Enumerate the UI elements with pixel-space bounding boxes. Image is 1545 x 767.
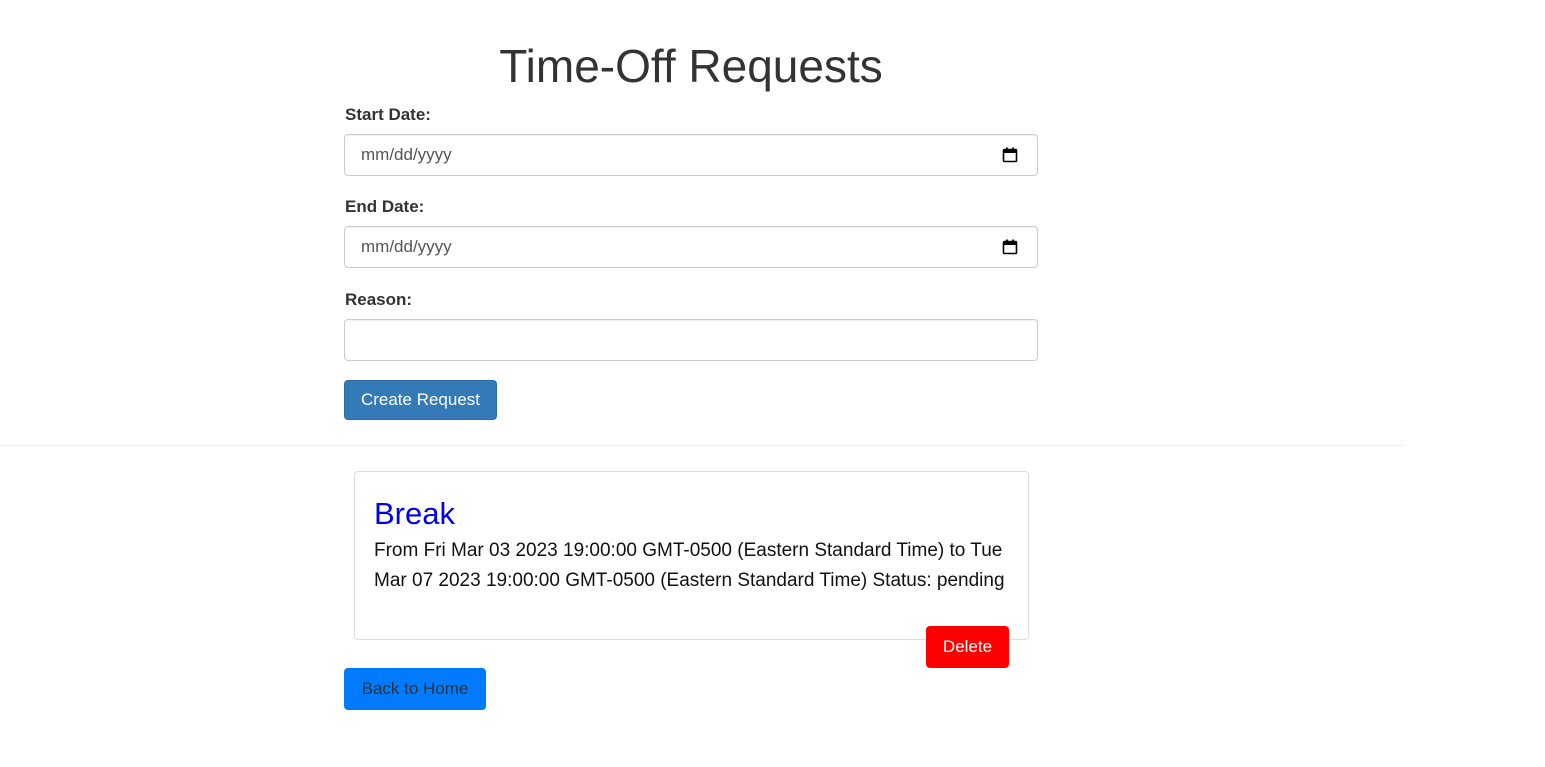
- end-date-placeholder: mm/dd/yyyy: [361, 237, 452, 256]
- end-date-input[interactable]: mm/dd/yyyy: [344, 226, 1038, 268]
- end-date-label: End Date:: [345, 197, 425, 216]
- calendar-icon[interactable]: [1002, 147, 1018, 163]
- calendar-icon[interactable]: [1002, 239, 1018, 255]
- request-title: Break: [374, 496, 455, 531]
- section-divider: [0, 445, 1404, 446]
- create-request-button[interactable]: Create Request: [344, 380, 497, 420]
- delete-request-button[interactable]: Delete: [926, 626, 1009, 668]
- start-date-placeholder: mm/dd/yyyy: [361, 145, 452, 164]
- start-date-input[interactable]: mm/dd/yyyy: [344, 134, 1038, 176]
- reason-input[interactable]: [344, 319, 1038, 361]
- page-title: Time-Off Requests: [499, 40, 883, 92]
- reason-label: Reason:: [345, 290, 413, 309]
- request-details: From Fri Mar 03 2023 19:00:00 GMT-0500 (…: [374, 540, 1005, 591]
- back-to-home-button[interactable]: Back to Home: [344, 668, 486, 710]
- request-card: Break From Fri Mar 03 2023 19:00:00 GMT-…: [354, 471, 1029, 640]
- start-date-label: Start Date:: [345, 105, 431, 124]
